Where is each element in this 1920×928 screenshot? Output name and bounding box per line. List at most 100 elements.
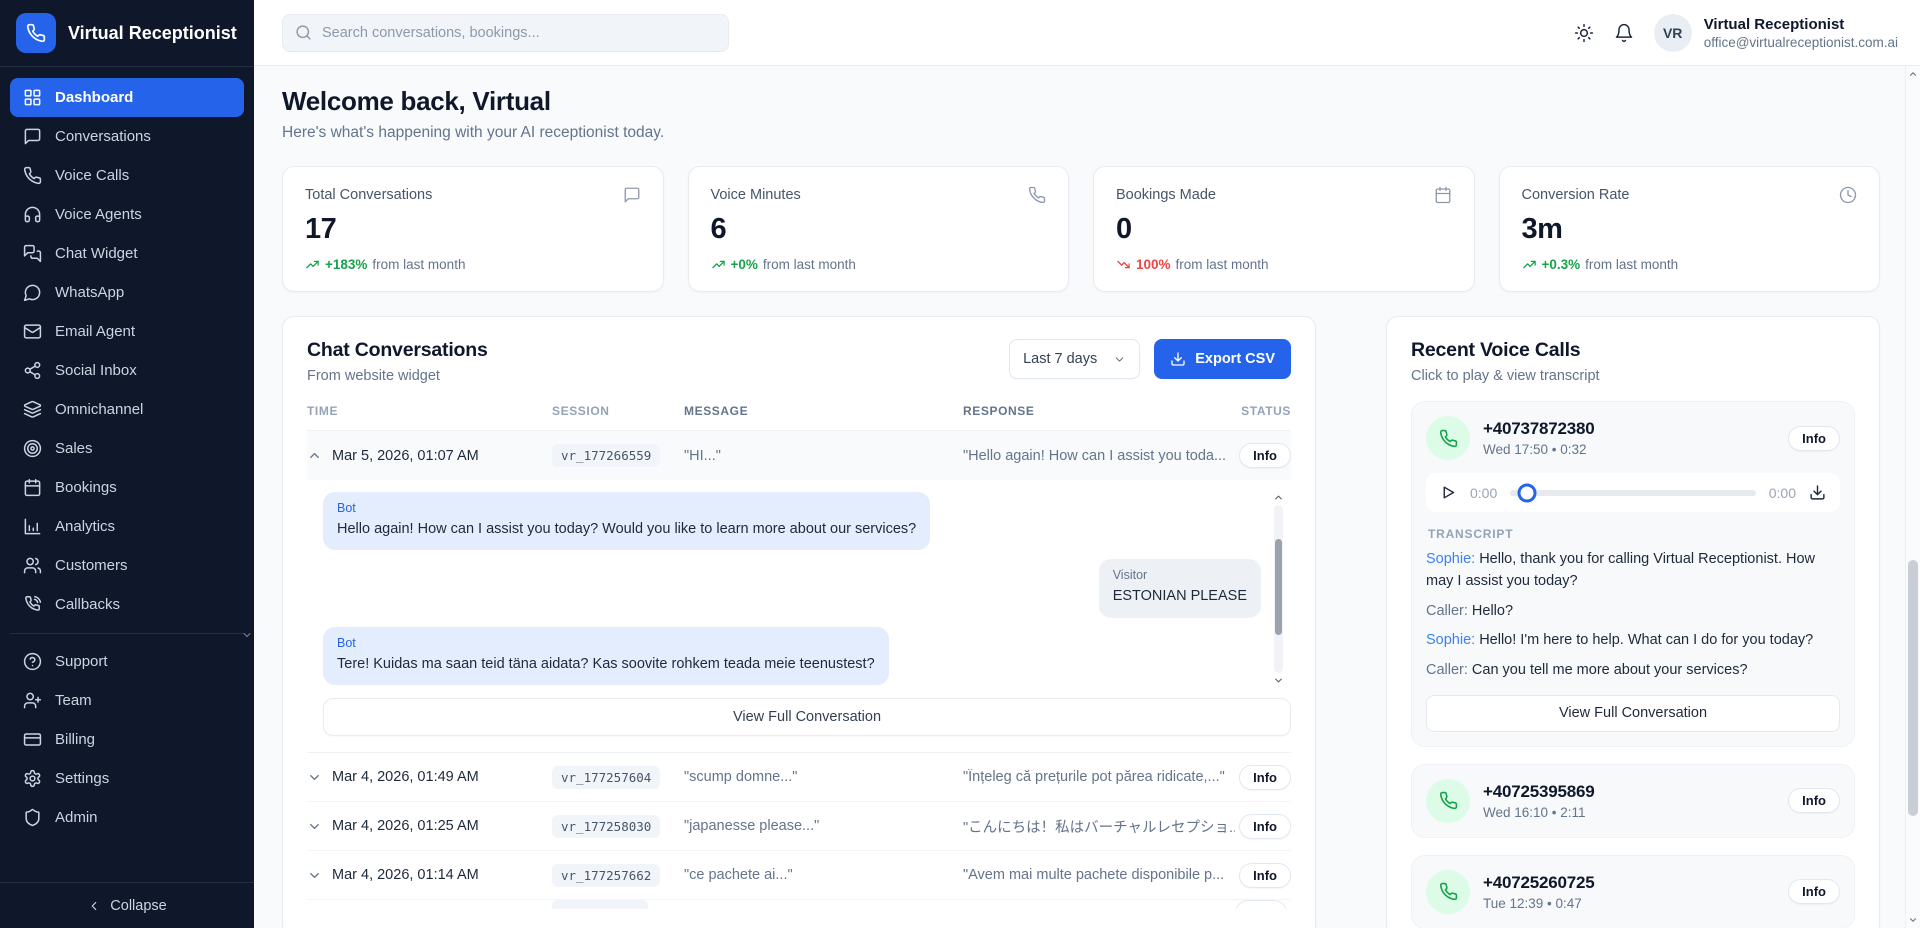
collapse-label: Collapse [110, 898, 166, 914]
scroll-down-icon[interactable] [1273, 675, 1284, 686]
info-button[interactable]: Info [1788, 788, 1840, 813]
info-button[interactable]: Info [1788, 879, 1840, 904]
trend-up-icon [1522, 257, 1537, 272]
table-row-partial[interactable] [307, 900, 1291, 909]
page-title: Welcome back, Virtual [282, 86, 1880, 117]
message-scroll-area[interactable]: Bot Hello again! How can I assist you to… [323, 492, 1291, 688]
info-button[interactable]: Info [1788, 426, 1840, 451]
collapse-sidebar-button[interactable]: Collapse [0, 882, 254, 928]
message-role: Visitor [1113, 568, 1247, 582]
scroll-up-icon[interactable] [1273, 492, 1284, 503]
scrollbar-thumb[interactable] [1908, 560, 1918, 816]
scroll-up-icon[interactable] [1908, 69, 1918, 79]
brand-phone-icon [16, 13, 56, 53]
export-csv-button[interactable]: Export CSV [1154, 339, 1291, 379]
seek-slider[interactable] [1510, 490, 1756, 496]
info-button[interactable]: Info [1239, 443, 1291, 468]
download-recording-button[interactable] [1809, 484, 1826, 501]
theme-toggle-button[interactable] [1574, 23, 1594, 43]
sidebar-item-customers[interactable]: Customers [10, 546, 244, 585]
chevron-down-icon[interactable] [307, 819, 322, 834]
notifications-button[interactable] [1614, 23, 1634, 43]
sidebar-item-voice-calls[interactable]: Voice Calls [10, 156, 244, 195]
transcript-text: Hello, thank you for calling Virtual Rec… [1426, 551, 1815, 589]
search-box [282, 14, 729, 52]
sidebar-item-omnichannel[interactable]: Omnichannel [10, 390, 244, 429]
sidebar-item-callbacks[interactable]: Callbacks [10, 585, 244, 624]
info-button[interactable]: Info [1239, 863, 1291, 888]
chevron-up-icon[interactable] [307, 448, 322, 463]
play-button[interactable] [1440, 484, 1457, 501]
stat-card-voice-minutes: Voice Minutes 6 +0% from last month [688, 166, 1070, 292]
column-time: TIME [307, 404, 552, 418]
sidebar-item-voice-agents[interactable]: Voice Agents [10, 195, 244, 234]
sidebar-item-bookings[interactable]: Bookings [10, 468, 244, 507]
stat-label: Voice Minutes [711, 187, 801, 203]
shield-icon [23, 808, 42, 827]
sidebar-scroll-down-icon[interactable] [241, 628, 253, 646]
user-menu[interactable]: VR Virtual Receptionist office@virtualre… [1654, 14, 1898, 52]
session-badge: vr_177257604 [552, 766, 660, 789]
chevron-down-icon[interactable] [307, 868, 322, 883]
sidebar-item-email-agent[interactable]: Email Agent [10, 312, 244, 351]
table-row[interactable]: Mar 5, 2026, 01:07 AM vr_177266559 "HI..… [307, 431, 1291, 480]
session-badge: vr_177258030 [552, 815, 660, 838]
table-row[interactable]: Mar 4, 2026, 01:49 AM vr_177257604 "scum… [307, 753, 1291, 802]
sidebar-item-label: Callbacks [55, 596, 120, 613]
message-circle-icon [23, 283, 42, 302]
transcript-text: Can you tell me more about your services… [1472, 662, 1748, 678]
sidebar-item-label: Voice Agents [55, 206, 142, 223]
sidebar-item-chat-widget[interactable]: Chat Widget [10, 234, 244, 273]
sidebar-item-settings[interactable]: Settings [10, 759, 244, 798]
view-full-conversation-button[interactable]: View Full Conversation [1426, 695, 1840, 732]
column-response: RESPONSE [963, 404, 1235, 418]
transcript-text: Hello! I'm here to help. What can I do f… [1479, 632, 1813, 648]
conversation-scrollbar[interactable] [1271, 492, 1285, 686]
transcript-speaker: Caller: [1426, 662, 1468, 678]
sidebar-item-team[interactable]: Team [10, 681, 244, 720]
sidebar-item-dashboard[interactable]: Dashboard [10, 78, 244, 117]
voice-call-card[interactable]: +40725260725 Tue 12:39 • 0:47 Info [1411, 855, 1855, 928]
message-square-icon [23, 127, 42, 146]
sidebar-item-sales[interactable]: Sales [10, 429, 244, 468]
topbar: VR Virtual Receptionist office@virtualre… [254, 0, 1920, 66]
scroll-down-icon[interactable] [1908, 915, 1918, 925]
page-scrollbar[interactable] [1905, 66, 1920, 928]
stat-change: 100% [1136, 257, 1171, 272]
stat-change-note: from last month [763, 257, 856, 272]
stat-change-note: from last month [1585, 257, 1678, 272]
recent-voice-calls-panel: Recent Voice Calls Click to play & view … [1386, 316, 1880, 928]
stat-label: Bookings Made [1116, 187, 1216, 203]
search-input[interactable] [322, 25, 716, 41]
sidebar-item-label: Omnichannel [55, 401, 143, 418]
view-full-conversation-button[interactable]: View Full Conversation [323, 698, 1291, 736]
voice-call-card[interactable]: +40737872380 Wed 17:50 • 0:32 Info 0:00 … [1411, 401, 1855, 747]
chevron-down-icon[interactable] [307, 770, 322, 785]
sidebar-item-label: Bookings [55, 479, 117, 496]
sidebar-item-conversations[interactable]: Conversations [10, 117, 244, 156]
info-button[interactable]: Info [1239, 814, 1291, 839]
scrollbar-thumb[interactable] [1275, 539, 1282, 635]
table-row[interactable]: Mar 4, 2026, 01:14 AM vr_177257662 "ce p… [307, 851, 1291, 900]
message-square-icon [623, 186, 641, 204]
date-range-select[interactable]: Last 7 days [1009, 339, 1140, 379]
info-button[interactable] [1235, 900, 1287, 909]
sidebar-item-admin[interactable]: Admin [10, 798, 244, 837]
sidebar-item-support[interactable]: Support [10, 642, 244, 681]
table-header: TIME SESSION MESSAGE RESPONSE STATUS [307, 404, 1291, 431]
dashboard-content: Welcome back, Virtual Here's what's happ… [254, 66, 1920, 928]
message-role: Bot [337, 501, 916, 515]
sidebar-item-social-inbox[interactable]: Social Inbox [10, 351, 244, 390]
voice-call-card[interactable]: +40725395869 Wed 16:10 • 2:11 Info [1411, 764, 1855, 838]
info-button[interactable]: Info [1239, 765, 1291, 790]
phone-icon [1426, 416, 1470, 460]
sidebar-divider [10, 633, 244, 634]
call-number: +40725395869 [1483, 782, 1595, 802]
bar-chart-icon [23, 517, 42, 536]
session-badge: vr_177266559 [552, 444, 660, 467]
sidebar-item-whatsapp[interactable]: WhatsApp [10, 273, 244, 312]
sidebar-item-billing[interactable]: Billing [10, 720, 244, 759]
table-row[interactable]: Mar 4, 2026, 01:25 AM vr_177258030 "japa… [307, 802, 1291, 851]
seek-handle[interactable] [1518, 483, 1537, 502]
sidebar-item-analytics[interactable]: Analytics [10, 507, 244, 546]
